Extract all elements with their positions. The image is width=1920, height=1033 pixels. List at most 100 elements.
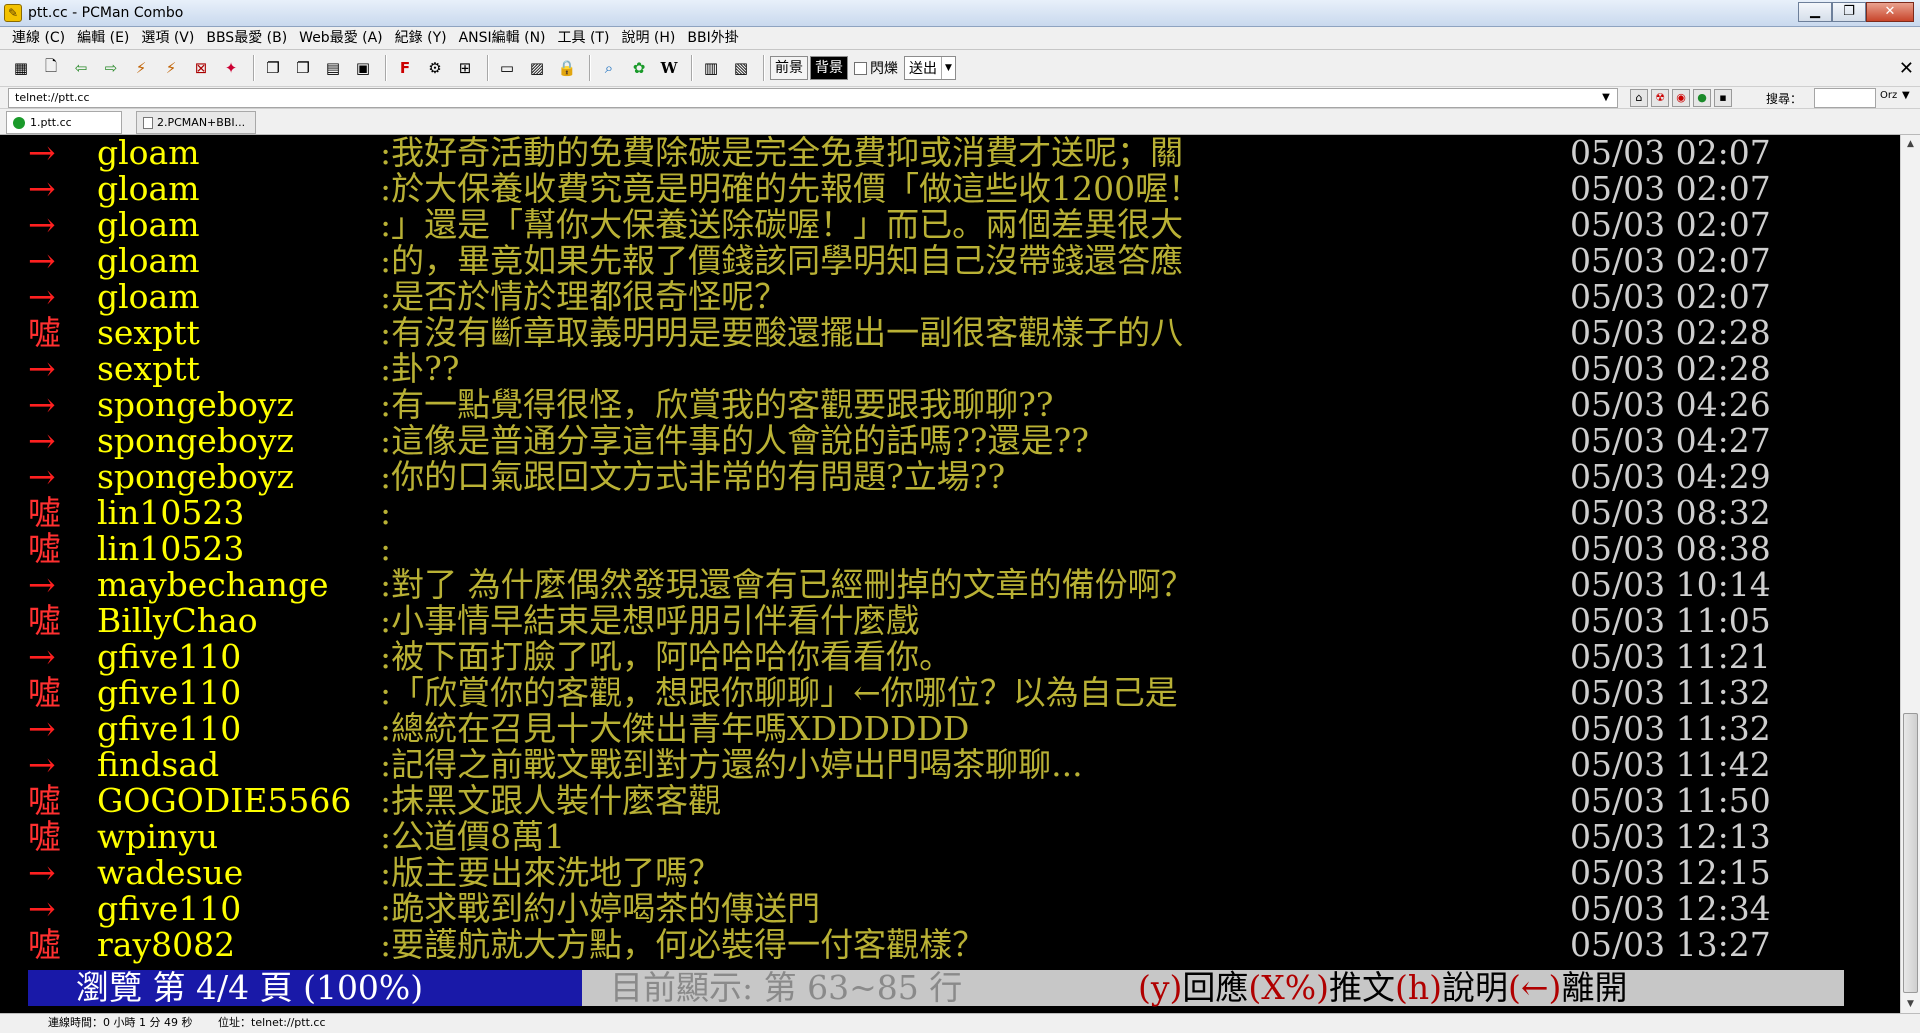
paste-icon[interactable]: ▤ — [320, 55, 346, 81]
save-to-file-icon[interactable]: ▥ — [698, 55, 724, 81]
toolbar-separator — [589, 55, 591, 81]
grid-icon[interactable]: ⊞ — [452, 55, 478, 81]
leave-label: 離開 — [1561, 968, 1628, 1007]
menu-tools[interactable]: 工具 (T) — [552, 28, 616, 49]
blink-checkbox[interactable]: 閃爍 — [854, 58, 898, 78]
comment-message: :於大保養收費究竟是明確的先報價「做這些收1200喔！ — [380, 169, 1202, 208]
new-connection-icon[interactable]: 🗋 — [38, 55, 64, 81]
comment-user: findsad — [97, 745, 220, 784]
push-tag: → — [28, 637, 56, 676]
antivirus-icon[interactable]: ☢ — [1651, 89, 1669, 107]
comment-user: lin10523 — [97, 493, 245, 532]
menu-ansi-editor[interactable]: ANSI編輯 (N) — [453, 28, 552, 49]
toolbar-separator — [253, 55, 255, 81]
tab-pcman-bbi[interactable]: 2.PCMAN+BBI... — [136, 111, 256, 134]
monitor-icon[interactable]: ▭ — [494, 55, 520, 81]
globe-icon[interactable]: ● — [1693, 89, 1711, 107]
comment-user: spongeboyz — [97, 457, 294, 496]
image-icon[interactable]: ▨ — [524, 55, 550, 81]
menu-options[interactable]: 選項 (V) — [135, 28, 200, 49]
font-icon[interactable]: F — [392, 55, 418, 81]
tab-ptt[interactable]: 1.ptt.cc — [6, 111, 122, 134]
select-all-icon[interactable]: ▣ — [350, 55, 376, 81]
status-key-help: (y)回應(X%)推文(h)說明(←)離開 — [1138, 970, 1627, 1006]
tab-bar: 1.ptt.cc 2.PCMAN+BBI... — [0, 109, 1920, 135]
flower-icon[interactable]: ✿ — [626, 55, 652, 81]
comment-user: spongeboyz — [97, 421, 294, 460]
status-help: 目前顯示: 第 63~85 行 (y)回應(X%)推文(h)說明(←)離開 — [582, 970, 1844, 1006]
send-dropdown[interactable]: 送出 ▼ — [904, 56, 956, 80]
site-list-icon[interactable]: ▦ — [8, 55, 34, 81]
stop-icon[interactable]: ⊠ — [188, 55, 214, 81]
push-tag: → — [28, 745, 56, 784]
comment-time: 05/03 02:07 — [1570, 169, 1771, 208]
home-icon[interactable]: ⌂ — [1630, 89, 1648, 107]
push-tag: → — [28, 135, 56, 172]
push-comment-row: → spongeboyz :這像是普通分享這件事的人會說的話嗎??還是?? 05… — [0, 423, 1900, 459]
push-tag: → — [28, 421, 56, 460]
push-comment-row: → wadesue :版主要出來洗地了嗎？ 05/03 12:15 — [0, 855, 1900, 891]
compose-icon[interactable]: ▧ — [728, 55, 754, 81]
foreground-color-button[interactable]: 前景 — [770, 56, 808, 80]
comment-message: :你的口氣跟回文方式非常的有問題?立場?? — [380, 457, 1006, 496]
address-dropdown-icon[interactable]: ▼ — [1596, 89, 1616, 107]
search-label: 搜尋： — [1766, 92, 1803, 106]
comment-user: wpinyu — [97, 817, 219, 856]
back-arrow-icon[interactable]: ⇦ — [68, 55, 94, 81]
pcman-app-icon[interactable]: ✎ — [4, 4, 22, 22]
push-key[interactable]: (X%) — [1248, 968, 1329, 1007]
blink-checkbox-box[interactable] — [854, 61, 867, 75]
wikipedia-icon[interactable]: W — [656, 55, 682, 81]
comment-user: gfive110 — [97, 709, 242, 748]
vertical-scrollbar[interactable]: ▲ ▼ — [1900, 135, 1920, 1013]
comment-time: 05/03 08:38 — [1570, 529, 1771, 568]
reconnect-icon[interactable]: ⚡ — [158, 55, 184, 81]
scroll-up-icon[interactable]: ▲ — [1901, 135, 1920, 153]
scroll-down-icon[interactable]: ▼ — [1901, 995, 1920, 1013]
record-icon[interactable]: ◉ — [1672, 89, 1690, 107]
search-icon[interactable]: ⌕ — [596, 55, 622, 81]
comment-message: :跪求戰到約小婷喝茶的傳送門 — [380, 889, 821, 928]
comment-time: 05/03 02:28 — [1570, 349, 1771, 388]
screen-icon[interactable]: ▪ — [1714, 89, 1732, 107]
bbs-terminal[interactable]: → gloam :我好奇活動的免費除碳是完全免費抑或消費才送呢；關 05/03 … — [0, 135, 1900, 1013]
close-button[interactable]: ✕ — [1866, 2, 1914, 22]
search-input[interactable] — [1814, 88, 1876, 108]
comment-message: :「欣賞你的客觀，想跟你聊聊」←你哪位？以為自己是 — [380, 673, 1178, 712]
help-key[interactable]: (h) — [1395, 968, 1442, 1007]
lock-icon[interactable]: 🔒 — [554, 55, 580, 81]
document-icon — [143, 116, 153, 129]
chevron-down-icon[interactable]: ▼ — [941, 57, 955, 79]
chevron-down-icon[interactable]: ▼ — [1902, 90, 1910, 101]
disconnect-icon[interactable]: ⚡ — [128, 55, 154, 81]
maximize-button[interactable]: ❐ — [1832, 2, 1866, 22]
scroll-thumb[interactable] — [1903, 713, 1918, 993]
address-input[interactable]: telnet://ptt.cc — [8, 88, 1618, 108]
menu-bbi-plugin[interactable]: BBI外掛 — [681, 28, 744, 49]
comment-time: 05/03 02:28 — [1570, 313, 1771, 352]
menu-log[interactable]: 紀錄 (Y) — [389, 28, 453, 49]
leave-key[interactable]: (←) — [1508, 968, 1561, 1007]
push-comment-row: 噓 ray8082 :要護航就大方點，何必裝得一付客觀樣？ 05/03 13:2… — [0, 927, 1900, 963]
menu-bbs-favorites[interactable]: BBS最愛 (B) — [200, 28, 293, 49]
menu-web-favorites[interactable]: Web最愛 (A) — [293, 28, 388, 49]
push-tag: → — [28, 889, 56, 928]
search-engine-label[interactable]: Orz — [1880, 90, 1897, 101]
reply-key[interactable]: (y) — [1138, 968, 1182, 1007]
background-color-button[interactable]: 背景 — [810, 56, 848, 80]
forward-arrow-icon[interactable]: ⇨ — [98, 55, 124, 81]
pin-icon[interactable]: ✦ — [218, 55, 244, 81]
copy-icon[interactable]: ❐ — [260, 55, 286, 81]
comment-time: 05/03 12:34 — [1570, 889, 1771, 928]
menu-edit[interactable]: 編輯 (E) — [71, 28, 135, 49]
comment-time: 05/03 02:07 — [1570, 241, 1771, 280]
menu-help[interactable]: 說明 (H) — [615, 28, 681, 49]
settings-gear-icon[interactable]: ⚙ — [422, 55, 448, 81]
close-icon[interactable]: ✕ — [1899, 58, 1914, 79]
connection-time: 連線時間：0 小時 1 分 49 秒 — [48, 1016, 193, 1029]
minimize-button[interactable]: ▁ — [1798, 2, 1832, 22]
menu-connection[interactable]: 連線 (C) — [6, 28, 71, 49]
comment-user: sexptt — [97, 349, 200, 388]
window-controls: ▁ ❐ ✕ — [1798, 2, 1914, 22]
copy-with-color-icon[interactable]: ❐ — [290, 55, 316, 81]
